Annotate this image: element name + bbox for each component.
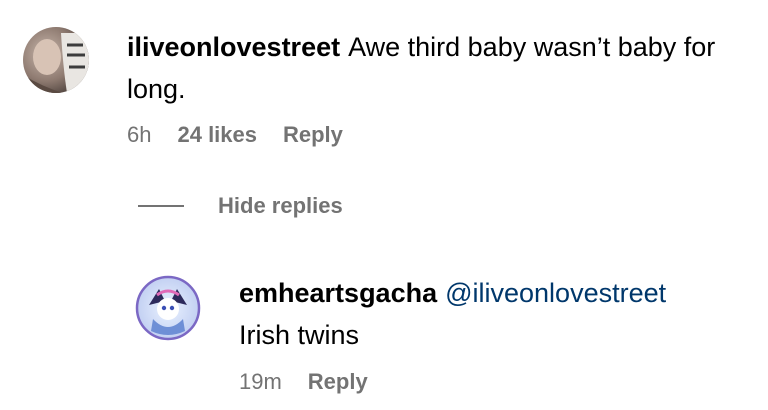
reply-text: Irish twins [239, 320, 360, 350]
comment-body: iliveonlovestreet Awe third baby wasn’t b… [127, 26, 752, 110]
comment-reply-button[interactable]: Reply [283, 122, 343, 148]
hide-replies-button[interactable]: Hide replies [138, 193, 343, 219]
reply-timestamp[interactable]: 19m [239, 369, 282, 395]
comment-meta: 6h 24 likes Reply [127, 122, 343, 148]
replies-divider-line [138, 205, 184, 207]
reply-mention-link[interactable]: @iliveonlovestreet [445, 278, 666, 308]
comment-timestamp[interactable]: 6h [127, 122, 151, 148]
commenter-avatar[interactable] [23, 27, 89, 93]
reply-body: emheartsgacha @iliveonlovestreet Irish tw… [239, 272, 759, 356]
hide-replies-label: Hide replies [218, 193, 343, 218]
reply-meta: 19m Reply [239, 369, 368, 395]
reply-reply-button[interactable]: Reply [308, 369, 368, 395]
comment-likes[interactable]: 24 likes [177, 122, 257, 148]
reply-username[interactable]: emheartsgacha [239, 278, 437, 308]
reply-avatar[interactable] [135, 275, 201, 341]
comment-username[interactable]: iliveonlovestreet [127, 32, 340, 62]
